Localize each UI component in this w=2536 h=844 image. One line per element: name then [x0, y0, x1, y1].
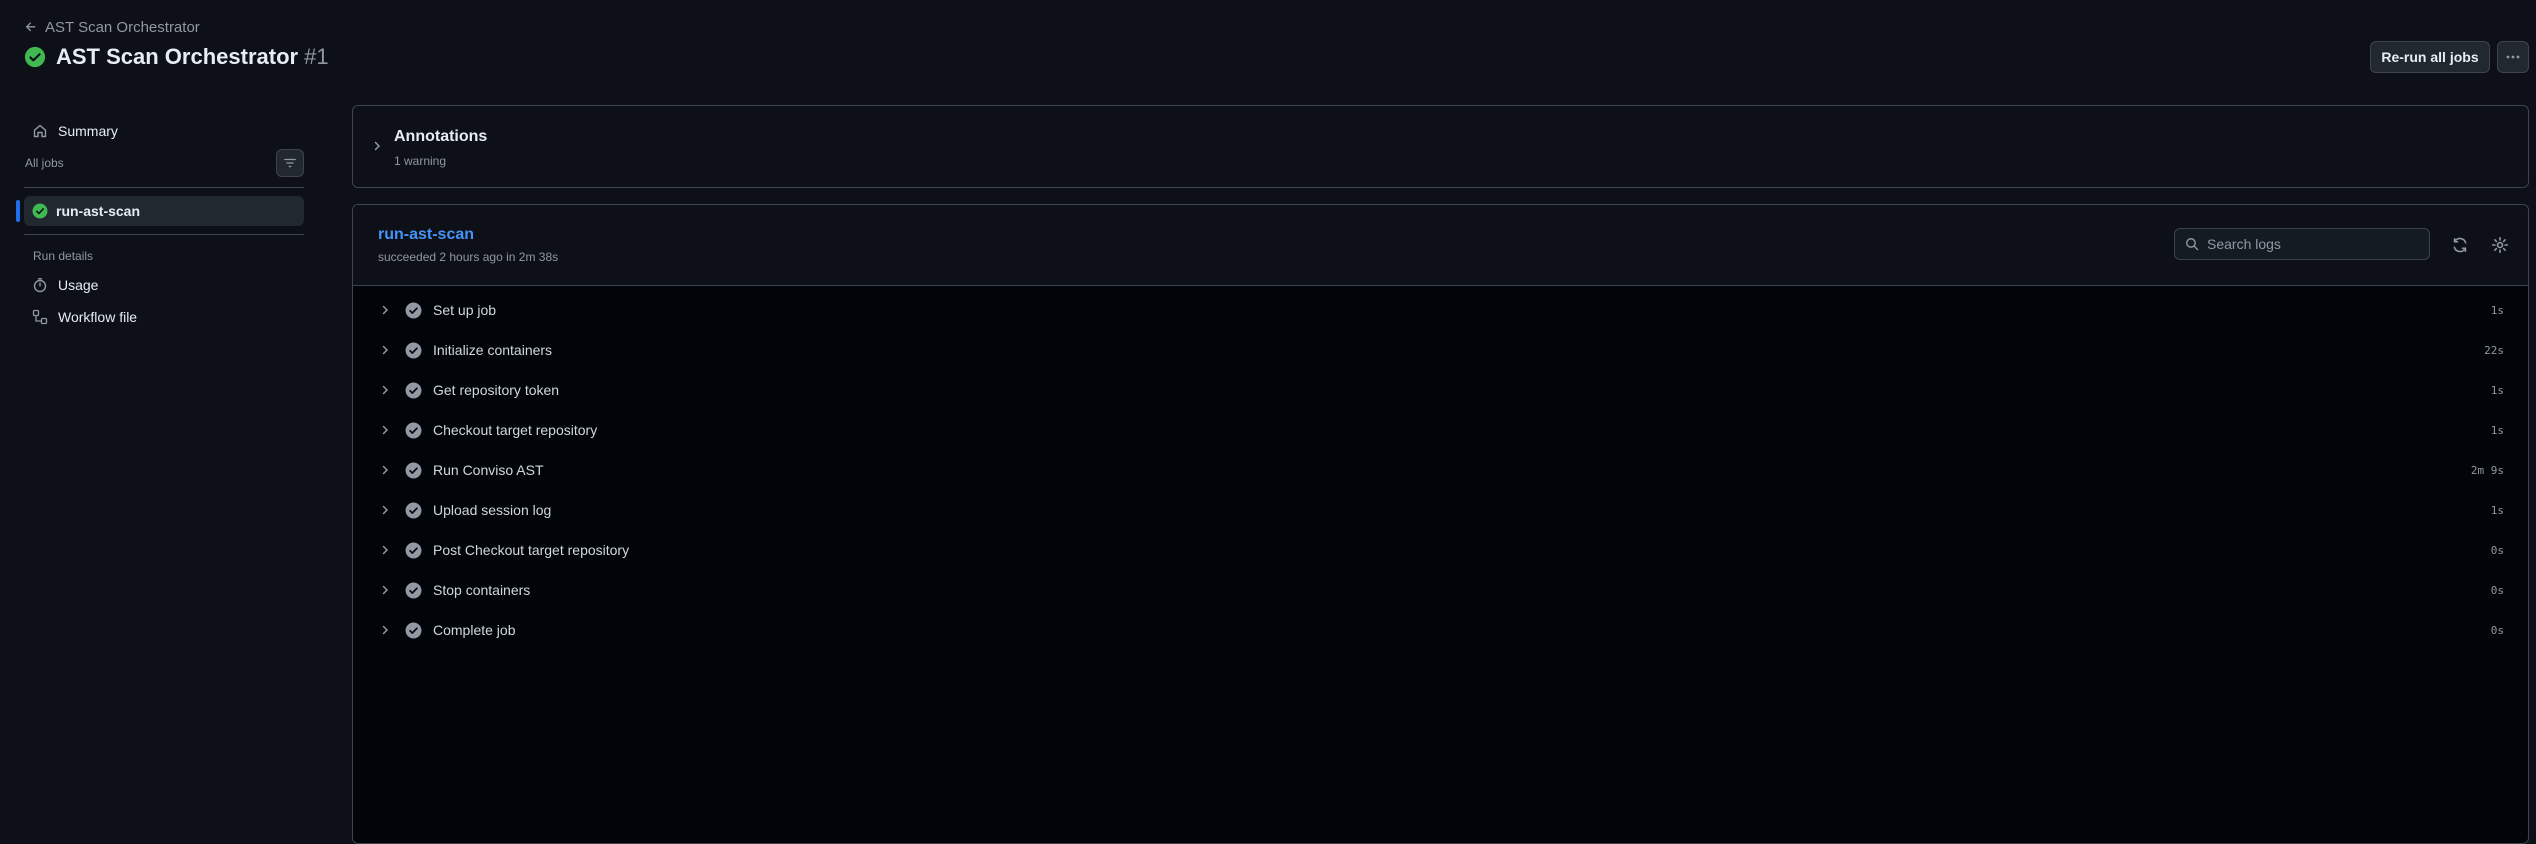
step-label: Run Conviso AST	[433, 462, 544, 478]
divider	[24, 187, 304, 188]
step-row[interactable]: Get repository token 1s	[353, 370, 2528, 410]
step-label: Set up job	[433, 302, 497, 318]
sidebar: Summary All jobs run-ast-scan Run detail…	[16, 115, 304, 333]
job-status-text: succeeded 2 hours ago in 2m 38s	[378, 250, 559, 264]
chevron-right-icon	[382, 345, 389, 355]
home-icon	[33, 124, 47, 138]
filter-jobs-button[interactable]	[276, 149, 304, 177]
sidebar-item-label: Workflow file	[58, 309, 138, 325]
page-title: AST Scan Orchestrator #1	[56, 44, 329, 69]
search-icon	[2186, 238, 2199, 251]
search-logs-input[interactable]	[2207, 236, 2407, 252]
sidebar-item-label: Usage	[58, 277, 99, 293]
chevron-right-icon	[382, 305, 389, 315]
step-duration: 1s	[2490, 303, 2504, 317]
step-duration: 2m 9s	[2470, 463, 2504, 477]
job-header: run-ast-scan succeeded 2 hours ago in 2m…	[353, 205, 2528, 286]
step-row[interactable]: Post Checkout target repository 0s	[353, 530, 2528, 570]
step-success-icon	[405, 622, 422, 638]
step-label: Get repository token	[433, 382, 560, 398]
step-success-icon	[405, 542, 422, 558]
step-row[interactable]: Run Conviso AST 2m 9s	[353, 450, 2528, 490]
step-row[interactable]: Initialize containers 22s	[353, 330, 2528, 370]
step-row[interactable]: Checkout target repository 1s	[353, 410, 2528, 450]
step-label: Stop containers	[433, 582, 531, 598]
run-details-heading: Run details	[33, 249, 94, 263]
sidebar-item-usage[interactable]: Usage	[16, 269, 304, 301]
step-label: Checkout target repository	[433, 422, 598, 438]
step-duration: 0s	[2490, 543, 2504, 557]
chevron-right-icon	[382, 385, 389, 395]
job-name-link[interactable]: run-ast-scan	[378, 226, 474, 244]
steps-list: Set up job 1s Initialize containers 22s …	[353, 286, 2528, 650]
step-success-icon	[405, 502, 422, 518]
workflow-icon	[32, 309, 48, 325]
all-jobs-label: All jobs	[25, 156, 64, 170]
sidebar-item-summary[interactable]: Summary	[16, 115, 304, 147]
step-success-icon	[405, 342, 422, 358]
step-duration: 1s	[2490, 503, 2504, 517]
step-row[interactable]: Upload session log 1s	[353, 490, 2528, 530]
stopwatch-icon	[33, 278, 47, 293]
step-success-icon	[405, 582, 422, 598]
divider	[24, 234, 304, 235]
more-options-button[interactable]	[2497, 41, 2529, 73]
step-success-icon	[405, 302, 422, 318]
chevron-right-icon	[382, 465, 389, 475]
step-success-icon	[405, 382, 422, 398]
success-check-icon	[24, 46, 46, 68]
kebab-horizontal-icon	[2506, 55, 2520, 59]
sidebar-item-workflow-file[interactable]: Workflow file	[16, 301, 304, 333]
chevron-right-icon	[374, 141, 381, 151]
job-log-panel: run-ast-scan succeeded 2 hours ago in 2m…	[352, 204, 2529, 844]
annotations-title: Annotations	[394, 128, 488, 145]
run-number: #1	[304, 44, 329, 69]
step-row[interactable]: Set up job 1s	[353, 290, 2528, 330]
back-link-label: AST Scan Orchestrator	[45, 18, 200, 36]
all-jobs-heading: All jobs	[16, 147, 304, 179]
step-label: Complete job	[433, 622, 516, 638]
chevron-right-icon	[382, 585, 389, 595]
rerun-all-jobs-button[interactable]: Re-run all jobs	[2370, 41, 2490, 73]
step-label: Initialize containers	[433, 342, 553, 358]
job-label: run-ast-scan	[56, 203, 141, 219]
chevron-right-icon	[382, 505, 389, 515]
sidebar-job-run-ast-scan[interactable]: run-ast-scan	[16, 196, 304, 226]
search-logs-field[interactable]	[2174, 228, 2430, 260]
step-duration: 1s	[2490, 423, 2504, 437]
step-duration: 22s	[2484, 343, 2504, 357]
step-label: Upload session log	[433, 502, 552, 518]
step-duration: 1s	[2490, 383, 2504, 397]
filter-icon	[284, 158, 296, 168]
step-label: Post Checkout target repository	[433, 542, 630, 558]
gear-icon[interactable]	[2491, 236, 2509, 254]
success-check-icon	[32, 203, 48, 219]
chevron-right-icon	[382, 545, 389, 555]
step-row[interactable]: Complete job 0s	[353, 610, 2528, 650]
step-duration: 0s	[2490, 583, 2504, 597]
step-row[interactable]: Stop containers 0s	[353, 570, 2528, 610]
sidebar-item-label: Summary	[58, 123, 118, 139]
annotations-count: 1 warning	[394, 154, 447, 168]
page-header: AST Scan Orchestrator AST Scan Orchestra…	[24, 16, 329, 70]
arrow-left-icon	[25, 22, 36, 32]
step-success-icon	[405, 422, 422, 438]
annotations-panel[interactable]: Annotations 1 warning	[352, 105, 2529, 188]
chevron-right-icon	[382, 425, 389, 435]
chevron-right-icon	[382, 625, 389, 635]
refresh-icon[interactable]	[2451, 236, 2469, 254]
step-duration: 0s	[2490, 623, 2504, 637]
back-link[interactable]: AST Scan Orchestrator	[24, 16, 329, 38]
step-success-icon	[405, 462, 422, 478]
